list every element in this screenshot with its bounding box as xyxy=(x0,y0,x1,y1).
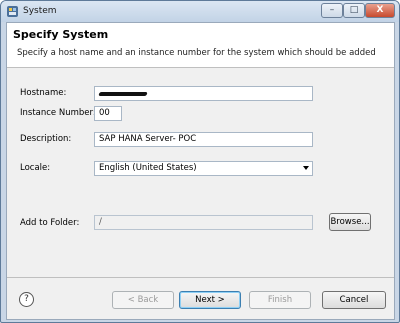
cancel-button[interactable]: Cancel xyxy=(322,291,386,309)
back-button[interactable]: < Back xyxy=(112,291,174,309)
minimize-button[interactable]: – xyxy=(321,3,343,18)
help-icon[interactable]: ? xyxy=(19,292,34,307)
finish-button[interactable]: Finish xyxy=(249,291,311,309)
page-title: Specify System xyxy=(13,28,109,41)
window-title: System xyxy=(23,6,57,16)
chevron-down-icon xyxy=(303,166,309,170)
maximize-button[interactable]: □ xyxy=(343,3,365,18)
locale-select[interactable]: English (United States) xyxy=(94,161,313,176)
instance-number-label: Instance Number: xyxy=(20,108,96,118)
instance-number-field[interactable]: 00 xyxy=(94,106,122,121)
folder-field[interactable]: / xyxy=(94,215,313,230)
dialog-body: Specify System Specify a host name and a… xyxy=(6,22,395,320)
hostname-field[interactable] xyxy=(94,86,313,101)
description-label: Description: xyxy=(20,134,72,144)
redacted-hostname xyxy=(98,92,148,96)
footer-divider xyxy=(7,277,394,278)
wizard-header: Specify System Specify a host name and a… xyxy=(7,23,394,68)
close-button[interactable]: X xyxy=(365,3,395,18)
locale-label: Locale: xyxy=(20,163,51,173)
system-form: Hostname: Instance Number: 00 Descriptio… xyxy=(7,69,394,274)
browse-button[interactable]: Browse... xyxy=(329,213,371,231)
app-icon xyxy=(7,6,18,17)
page-description: Specify a host name and an instance numb… xyxy=(17,48,376,58)
next-button[interactable]: Next > xyxy=(179,291,241,309)
locale-value: English (United States) xyxy=(99,163,197,173)
title-bar: System – □ X xyxy=(1,1,399,22)
hostname-label: Hostname: xyxy=(20,88,67,98)
add-to-folder-label: Add to Folder: xyxy=(20,218,80,228)
dialog-window: System – □ X Specify System Specify a ho… xyxy=(0,0,400,323)
description-field[interactable]: SAP HANA Server- POC xyxy=(94,132,313,147)
